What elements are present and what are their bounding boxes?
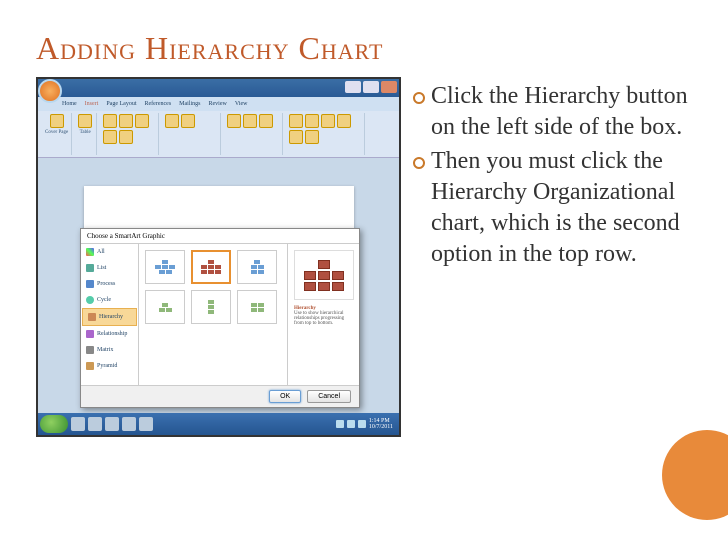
layout-thumb-5	[191, 290, 231, 324]
dialog-footer: OK Cancel	[81, 385, 359, 407]
cat-hierarchy: Hierarchy	[82, 308, 137, 326]
tab-mailings: Mailings	[179, 101, 200, 107]
tray-icon	[336, 420, 344, 428]
cycle-icon	[86, 296, 94, 304]
taskbar-app-icon	[105, 417, 119, 431]
start-button-icon	[40, 415, 68, 433]
picture-icon	[103, 114, 117, 128]
cat-process-label: Process	[97, 281, 115, 287]
dialog-title: Choose a SmartArt Graphic	[81, 229, 359, 244]
cat-pyramid: Pyramid	[81, 358, 138, 374]
system-tray: 1:14 PM 10/7/2011	[336, 418, 397, 430]
cat-process: Process	[81, 276, 138, 292]
cat-list-label: List	[97, 265, 106, 271]
clipart-icon	[119, 114, 133, 128]
taskbar-app-icon	[122, 417, 136, 431]
bullet-item: Then you must click the Hierarchy Organi…	[411, 146, 692, 269]
instruction-list: Click the Hierarchy button on the left s…	[411, 77, 692, 273]
document-area: Choose a SmartArt Graphic All List Proce…	[38, 158, 399, 418]
preview-pane: Hierarchy Use to show hierarchical relat…	[287, 244, 359, 385]
cat-matrix: Matrix	[81, 342, 138, 358]
cover-page-icon	[50, 114, 64, 128]
smartart-dialog: Choose a SmartArt Graphic All List Proce…	[80, 228, 360, 408]
table-icon	[78, 114, 92, 128]
tray-icon	[358, 420, 366, 428]
smartart-icon	[103, 130, 117, 144]
all-icon	[86, 248, 94, 256]
ok-button: OK	[269, 390, 301, 403]
preview-image	[294, 250, 354, 300]
maximize-icon	[363, 81, 379, 93]
taskbar-app-icon	[88, 417, 102, 431]
cat-all-label: All	[97, 249, 105, 255]
tab-references: References	[145, 101, 172, 107]
window-titlebar	[38, 79, 399, 97]
hyperlink-icon	[165, 114, 179, 128]
tab-insert: Insert	[85, 101, 99, 107]
ribbon: Home Insert Page Layout References Maili…	[38, 97, 399, 158]
layout-thumb-2-selected	[191, 250, 231, 284]
close-icon	[381, 81, 397, 93]
decorative-circle	[662, 430, 728, 520]
table-label: Table	[80, 130, 91, 135]
tray-icon	[347, 420, 355, 428]
cat-relationship: Relationship	[81, 326, 138, 342]
layout-thumb-3	[237, 250, 277, 284]
slide: Adding Hierarchy Chart Home Insert Page …	[0, 0, 728, 546]
quickparts-icon	[305, 114, 319, 128]
tab-pagelayout: Page Layout	[106, 101, 136, 107]
cat-cycle-label: Cycle	[97, 297, 111, 303]
hierarchy-icon	[88, 313, 96, 321]
cat-pyramid-label: Pyramid	[97, 363, 117, 369]
matrix-icon	[86, 346, 94, 354]
preview-desc: Use to show hierarchical relationships p…	[294, 311, 353, 326]
ribbon-tabs: Home Insert Page Layout References Maili…	[38, 97, 399, 111]
list-icon	[86, 264, 94, 272]
layout-thumb-6	[237, 290, 277, 324]
cat-relationship-label: Relationship	[97, 331, 127, 337]
wordart-icon	[321, 114, 335, 128]
cat-all: All	[81, 244, 138, 260]
textbox-icon	[289, 114, 303, 128]
tab-view: View	[235, 101, 248, 107]
chart-icon	[119, 130, 133, 144]
layout-grid	[139, 244, 287, 385]
cancel-button: Cancel	[307, 390, 351, 403]
tab-review: Review	[209, 101, 227, 107]
cat-cycle: Cycle	[81, 292, 138, 308]
bullet-item: Click the Hierarchy button on the left s…	[411, 81, 692, 142]
equation-icon	[289, 130, 303, 144]
taskbar-app-icon	[139, 417, 153, 431]
pyramid-icon	[86, 362, 94, 370]
pagenum-icon	[259, 114, 273, 128]
cat-matrix-label: Matrix	[97, 347, 113, 353]
header-icon	[227, 114, 241, 128]
shapes-icon	[135, 114, 149, 128]
symbol-icon	[305, 130, 319, 144]
cat-hierarchy-label: Hierarchy	[99, 314, 123, 320]
dialog-body: All List Process Cycle Hierarchy Relatio…	[81, 244, 359, 385]
minimize-icon	[345, 81, 361, 93]
process-icon	[86, 280, 94, 288]
clock-text: 1:14 PM 10/7/2011	[369, 418, 393, 430]
cover-page-label: Cover Page	[45, 130, 68, 135]
word-screenshot: Home Insert Page Layout References Maili…	[36, 77, 401, 437]
footer-icon	[243, 114, 257, 128]
clock-date: 10/7/2011	[369, 424, 393, 430]
layout-thumb-4	[145, 290, 185, 324]
ribbon-body: Cover Page Table	[38, 111, 399, 157]
slide-title: Adding Hierarchy Chart	[36, 30, 692, 67]
tab-home: Home	[62, 101, 77, 107]
taskbar: 1:14 PM 10/7/2011	[38, 413, 399, 435]
dropcap-icon	[337, 114, 351, 128]
category-list: All List Process Cycle Hierarchy Relatio…	[81, 244, 139, 385]
office-button-icon	[38, 79, 62, 103]
taskbar-app-icon	[71, 417, 85, 431]
content-row: Home Insert Page Layout References Maili…	[36, 77, 692, 437]
bookmark-icon	[181, 114, 195, 128]
cat-list: List	[81, 260, 138, 276]
layout-thumb-1	[145, 250, 185, 284]
relationship-icon	[86, 330, 94, 338]
